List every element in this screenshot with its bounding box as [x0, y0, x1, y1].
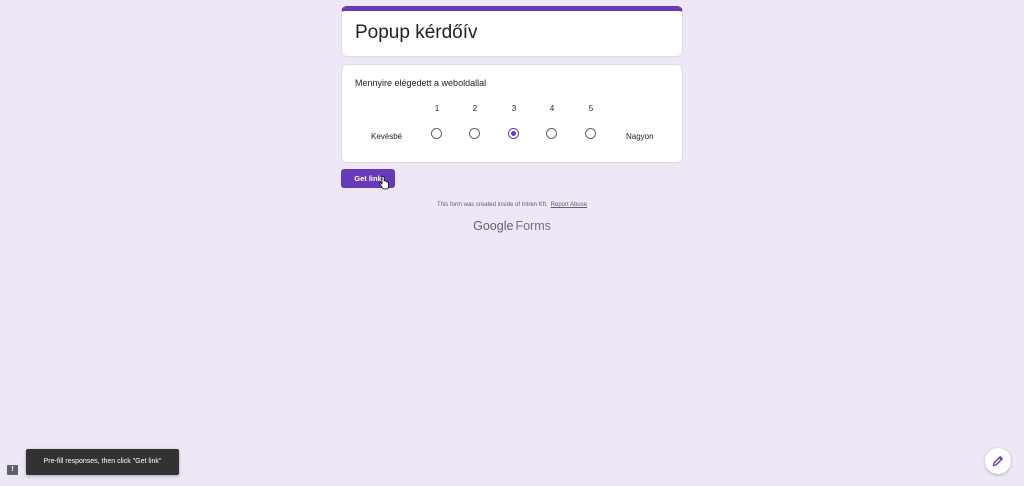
report-abuse-link[interactable]: Report Abuse — [551, 202, 587, 208]
footer-created-text: This form was created inside of Intren K… — [436, 202, 548, 208]
edit-fab-button[interactable] — [985, 448, 1011, 474]
question-title: Mennyire elégedett a weboldallal — [355, 78, 487, 88]
scale-number-3: 3 — [511, 104, 517, 113]
form-column: Popup kérdőív Mennyire elégedett a webol… — [341, 6, 683, 163]
radio-option-2[interactable] — [469, 128, 480, 139]
scale-number-4: 4 — [549, 104, 555, 113]
scale-low-label: Kevésbé — [371, 132, 403, 141]
scale-high-label: Nagyon — [626, 132, 654, 141]
pencil-icon — [992, 456, 1003, 467]
footer-notice: This form was created inside of Intren K… — [0, 202, 1024, 208]
scale-number-2: 2 — [472, 104, 478, 113]
linear-scale-question-card: Mennyire elégedett a weboldallal 1 2 3 4… — [341, 64, 683, 163]
snackbar: Pre-fill responses, then click "Get link… — [26, 449, 179, 475]
hand-cursor-icon — [379, 176, 389, 190]
form-title: Popup kérdőív — [355, 22, 478, 43]
radio-option-1[interactable] — [431, 128, 442, 139]
radio-option-5[interactable] — [585, 128, 596, 139]
google-forms-logo[interactable]: Google Forms — [0, 219, 1024, 233]
form-header-card: Popup kérdőív — [341, 6, 683, 57]
brand-google: Google — [473, 219, 514, 233]
radio-option-3[interactable] — [508, 128, 519, 139]
feedback-icon[interactable]: ! — [7, 465, 18, 475]
scale-number-5: 5 — [588, 104, 594, 113]
brand-forms: Forms — [515, 219, 551, 233]
scale-number-1: 1 — [434, 104, 440, 113]
radio-option-4[interactable] — [546, 128, 557, 139]
snackbar-message: Pre-fill responses, then click "Get link… — [43, 458, 162, 465]
page: Popup kérdőív Mennyire elégedett a webol… — [0, 0, 1024, 486]
